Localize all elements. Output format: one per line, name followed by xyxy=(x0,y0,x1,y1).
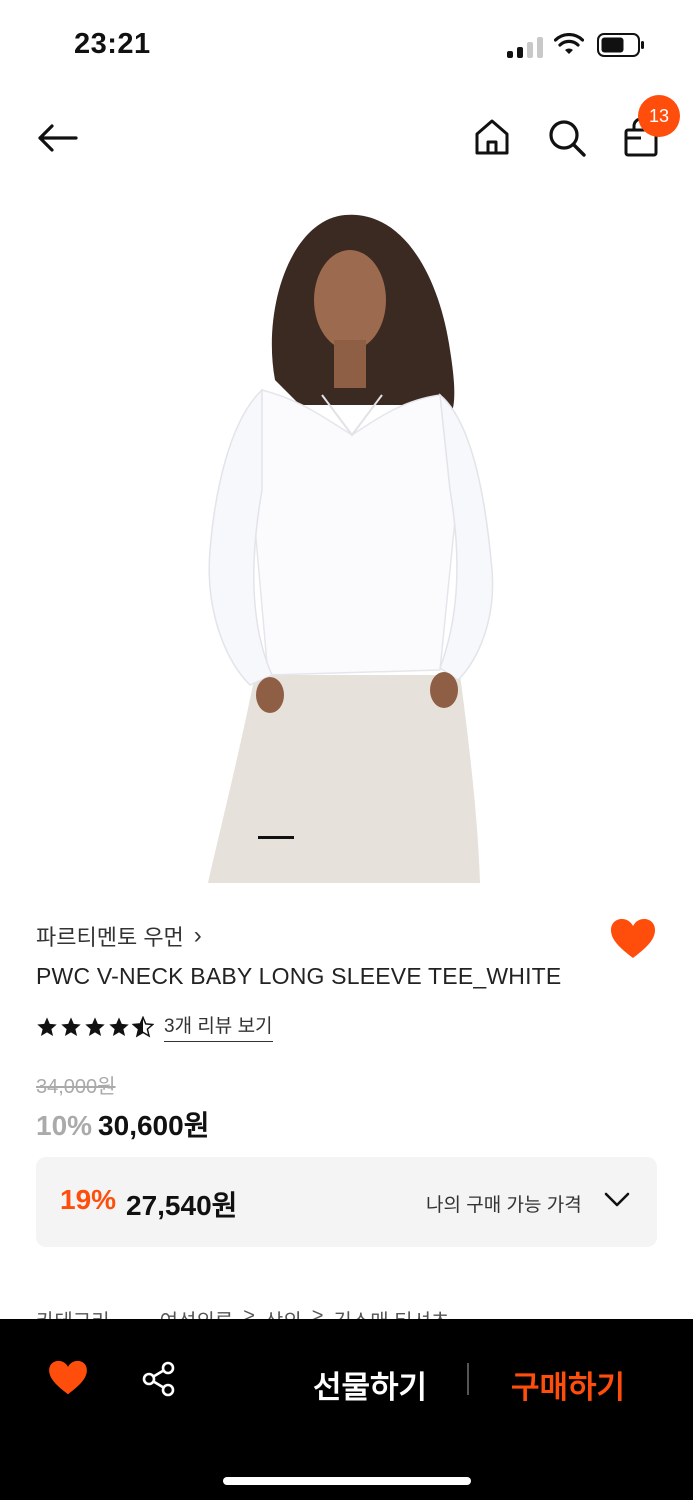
image-pagination-indicator xyxy=(258,836,294,839)
star-icon xyxy=(61,1016,81,1036)
model-photo xyxy=(208,214,494,883)
cart-count-badge: 13 xyxy=(638,95,680,137)
wishlist-button[interactable] xyxy=(610,918,656,962)
battery-icon xyxy=(597,33,644,57)
buy-button[interactable]: 구매하기 xyxy=(511,1362,625,1407)
back-button[interactable] xyxy=(34,118,80,158)
my-purchase-price: 27,540원 xyxy=(126,1190,238,1221)
bottom-action-bar xyxy=(0,1319,693,1500)
original-price: 34,000원 xyxy=(36,1076,116,1098)
heart-icon xyxy=(611,919,655,958)
wifi-icon xyxy=(554,33,584,54)
chevron-down-icon xyxy=(604,1192,630,1207)
home-icon xyxy=(475,119,509,155)
review-link[interactable]: 3개 리뷰 보기 xyxy=(164,1011,273,1042)
discount-rate: 10% xyxy=(36,1110,93,1141)
status-bar: 23:21 xyxy=(0,0,693,90)
bottom-wishlist-button[interactable] xyxy=(48,1360,88,1401)
rating-row: 3개 리뷰 보기 xyxy=(36,1011,273,1042)
gift-button[interactable]: 선물하기 xyxy=(313,1362,427,1407)
share-button[interactable] xyxy=(141,1361,177,1402)
price-row: 10% 30,600원 xyxy=(36,1104,209,1144)
product-name: PWC V-NECK BABY LONG SLEEVE TEE_WHITE xyxy=(36,963,562,989)
sale-price: 30,600원 xyxy=(98,1110,210,1141)
home-button[interactable] xyxy=(472,116,512,158)
star-icon xyxy=(37,1016,57,1036)
heart-icon xyxy=(49,1360,87,1395)
chevron-right-icon: › xyxy=(193,922,202,949)
arrow-left-icon xyxy=(38,124,78,152)
half-star-icon xyxy=(132,1015,154,1038)
star-icon xyxy=(85,1016,105,1036)
share-icon xyxy=(142,1361,175,1397)
my-price-dropdown[interactable]: 19% 27,540원 나의 구매 가능 가격 xyxy=(36,1157,657,1247)
top-navigation-bar xyxy=(0,96,693,176)
brand-name: 파르티멘토 우먼 xyxy=(36,925,184,950)
star-icon xyxy=(109,1016,129,1036)
status-time: 23:21 xyxy=(74,28,151,60)
brand-link[interactable]: 파르티멘토 우먼 › xyxy=(36,920,202,952)
home-indicator xyxy=(223,1477,471,1485)
search-button[interactable] xyxy=(545,116,589,160)
product-image[interactable] xyxy=(0,190,693,883)
cellular-signal-icon xyxy=(507,36,543,58)
my-price-label: 나의 구매 가능 가격 xyxy=(426,1195,582,1216)
search-icon xyxy=(549,120,586,157)
star-rating xyxy=(36,1015,154,1038)
my-discount-rate: 19% xyxy=(60,1184,117,1215)
divider xyxy=(467,1363,469,1395)
